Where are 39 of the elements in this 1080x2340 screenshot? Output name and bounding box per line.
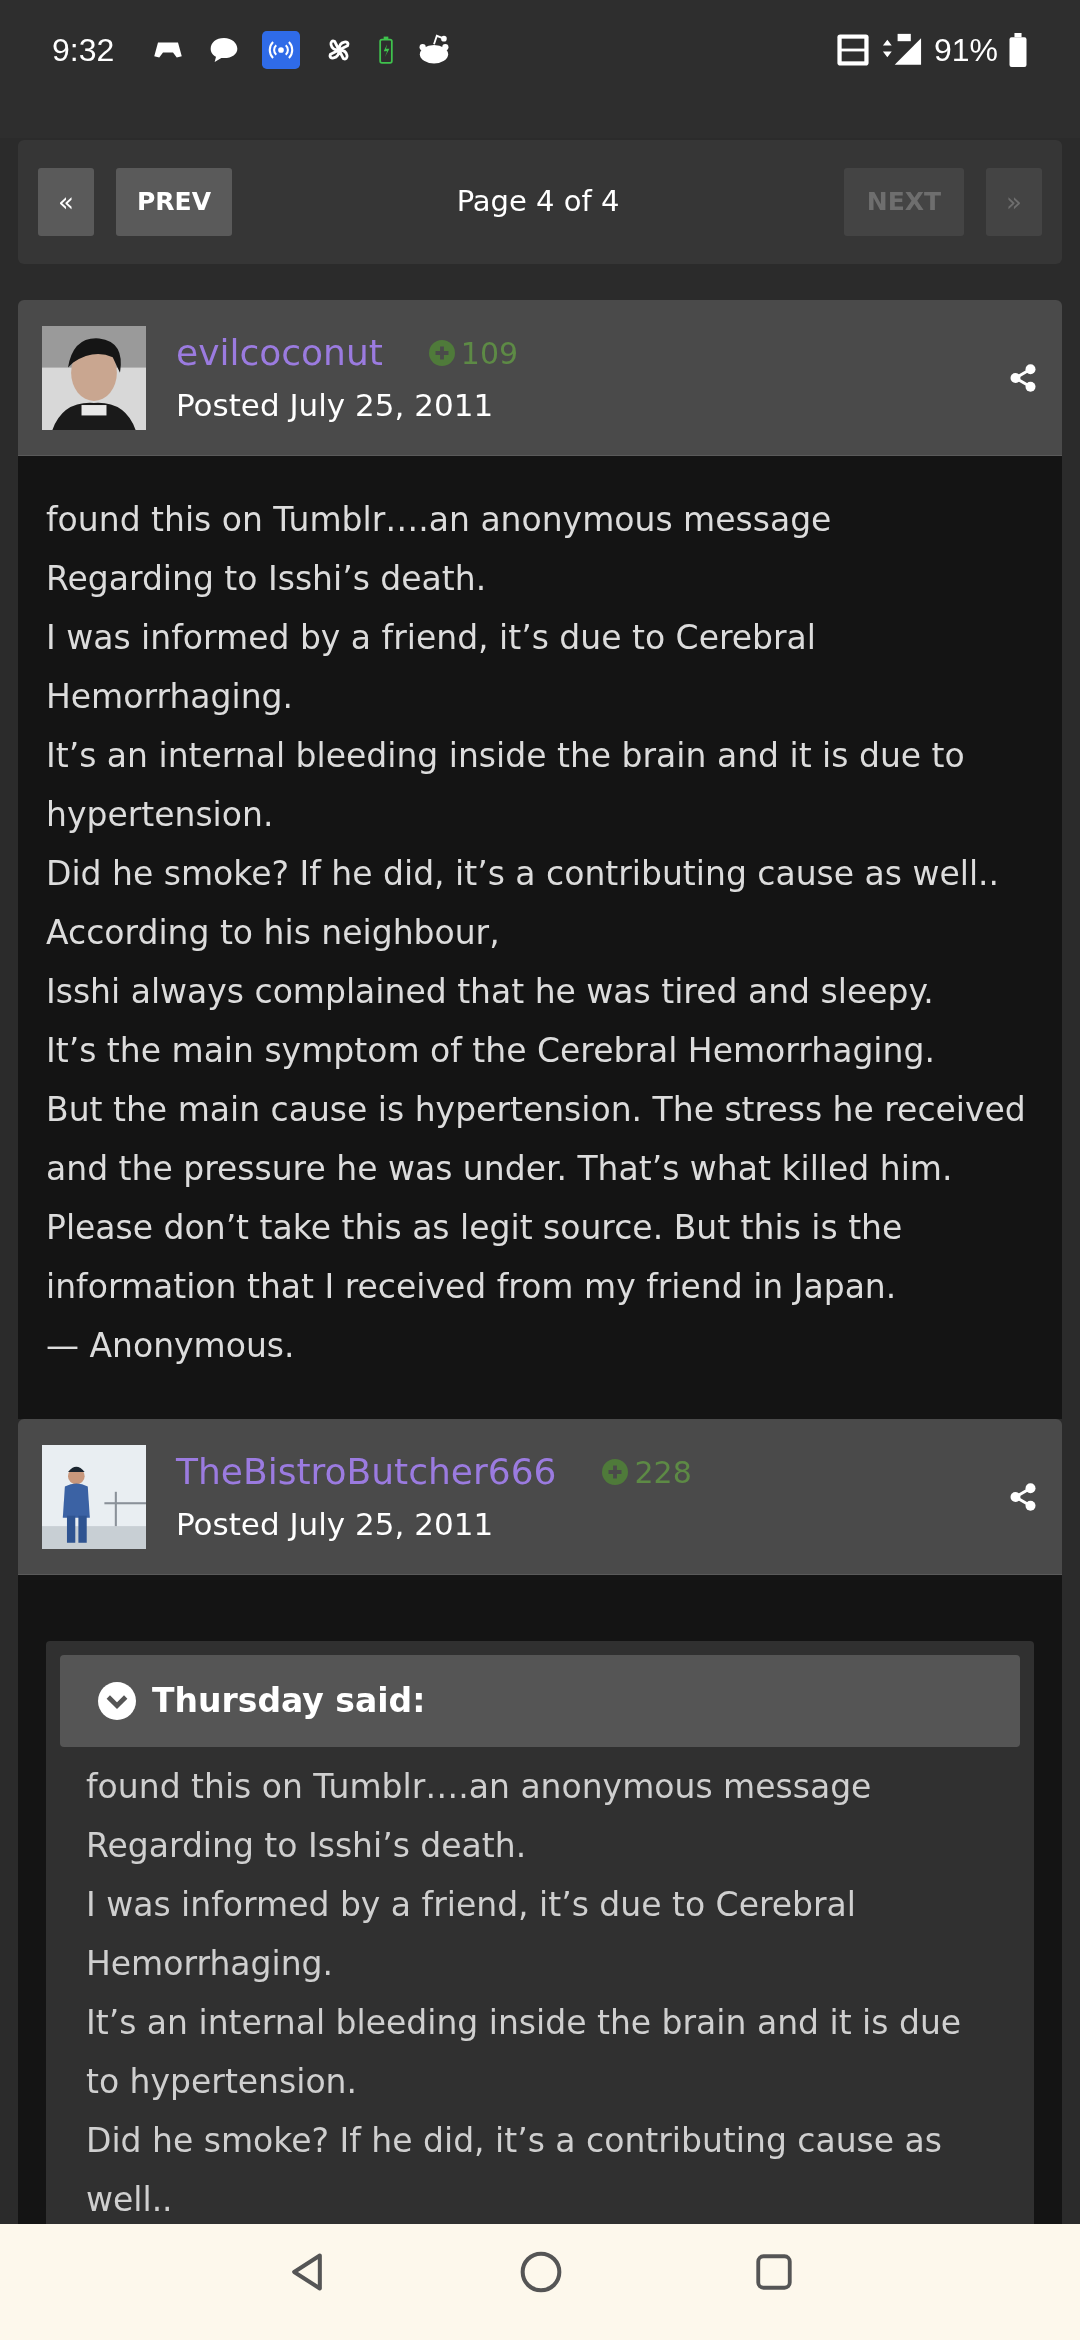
post-text: But the main cause is hypertension. The stress he received and the pressure he was under. That’s what killed him. <box>46 1089 1027 1190</box>
reputation-count: 109 <box>460 334 519 373</box>
plus-icon <box>602 1459 629 1486</box>
post-text: Please don’t take this as legit source. But this is the information that I received from my friend in Japan. <box>46 1207 904 1308</box>
status-time: 9:32 <box>52 31 115 70</box>
page-indicator: Page 4 of 4 <box>455 183 621 221</box>
share-icon[interactable] <box>1008 1481 1038 1512</box>
post-text: Regarding to Isshi’s death. <box>86 1825 528 1867</box>
post-date: Posted July 25, 2011 <box>176 1505 495 1545</box>
post-text: found this on Tumblr….an anonymous message <box>86 1766 873 1808</box>
post-text: Regarding to Isshi’s death. <box>46 558 488 600</box>
post-text: I was informed by a friend, it’s due to Cerebral Hemorrhaging. <box>46 617 817 718</box>
quote-title: Thursday said: <box>152 1680 426 1723</box>
post-date: Posted July 25, 2011 <box>176 386 495 426</box>
share-icon[interactable] <box>1008 362 1038 393</box>
author-link[interactable]: TheBistroButcher666 <box>176 1445 557 1500</box>
post-text: Isshi always complained that he was tired and sleepy. <box>46 971 935 1013</box>
post-text: Did he smoke? If he did, it’s a contributing cause as well.. <box>86 2120 943 2221</box>
post-text: According to his neighbour, <box>46 912 501 954</box>
post-text: Did he smoke? If he did, it’s a contributing cause as well.. <box>46 853 1001 895</box>
post-text: found this on Tumblr….an anonymous message <box>46 499 833 541</box>
quote-header[interactable]: Thursday said: <box>60 1655 1020 1747</box>
post-text: It’s an internal bleeding inside the brain and it is due to hypertension. <box>86 2002 963 2103</box>
post-text: — Anonymous. <box>46 1325 296 1367</box>
battery-percent: 91% <box>933 31 998 70</box>
reputation-count: 228 <box>634 1453 692 1492</box>
post-text: It’s an internal bleeding inside the brain and it is due to hypertension. <box>46 735 966 836</box>
battery-charging-icon <box>378 36 395 64</box>
recent-apps-icon[interactable] <box>753 2251 795 2293</box>
previous-button[interactable]: PREV <box>116 168 232 236</box>
author-link[interactable]: evilcoconut <box>176 326 383 381</box>
battery-icon <box>1008 33 1028 67</box>
post-text: I was informed by a friend, it’s due to Cerebral Hemorrhaging. <box>86 1884 857 1985</box>
post-text: It’s the main symptom of the Cerebral Hemorrhaging. <box>46 1030 936 1072</box>
last-page-button[interactable]: » <box>986 168 1042 236</box>
plus-icon <box>428 340 455 367</box>
hotspot-icon <box>262 31 301 69</box>
first-page-button[interactable]: « <box>38 168 94 236</box>
home-icon[interactable] <box>519 2250 563 2294</box>
